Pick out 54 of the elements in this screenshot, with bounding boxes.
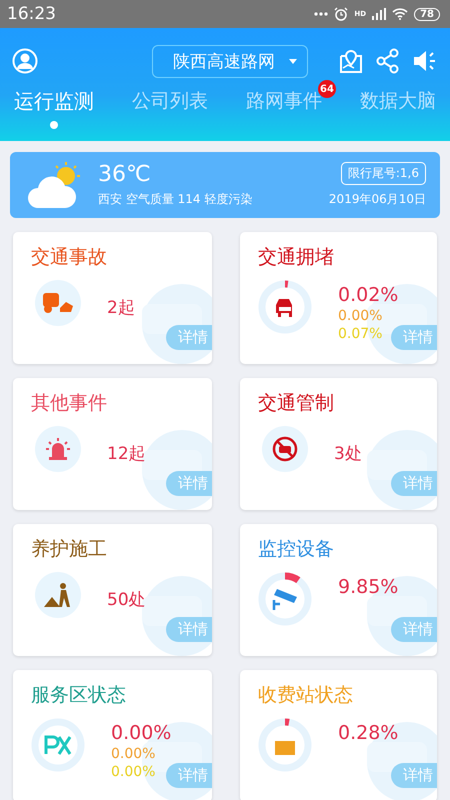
detail-button[interactable]: 详情 bbox=[166, 471, 212, 496]
detail-button[interactable]: 详情 bbox=[391, 471, 437, 496]
map-pin-icon[interactable] bbox=[338, 48, 364, 74]
date: 2019年06月10日 bbox=[328, 191, 426, 208]
count-value: 3处 bbox=[334, 443, 362, 465]
card-title: 交通事故 bbox=[30, 245, 108, 270]
card-title: 监控设备 bbox=[257, 537, 335, 562]
clock: 16:23 bbox=[7, 4, 56, 24]
card-title: 服务区状态 bbox=[30, 683, 127, 708]
percent-subvalue: 0.00% bbox=[111, 746, 156, 762]
detail-button[interactable]: 详情 bbox=[391, 325, 437, 350]
percent-value: 0.02% bbox=[338, 284, 398, 306]
speaker-icon[interactable] bbox=[412, 48, 438, 74]
card-title: 养护施工 bbox=[30, 537, 108, 562]
wifi-icon bbox=[392, 8, 408, 20]
detail-button[interactable]: 详情 bbox=[166, 325, 212, 350]
count-value: 50处 bbox=[107, 589, 146, 611]
percent-value: 0.00% bbox=[111, 722, 172, 744]
battery-level: 78 bbox=[414, 8, 440, 20]
percent-value: 9.85% bbox=[338, 576, 398, 598]
air-quality: 西安 空气质量 114 轻度污染 bbox=[98, 191, 252, 208]
detail-button[interactable]: 详情 bbox=[166, 617, 212, 642]
count-value: 12起 bbox=[107, 443, 146, 465]
profile-icon[interactable] bbox=[12, 48, 38, 74]
temperature: 36℃ bbox=[98, 162, 152, 187]
signal-icon bbox=[372, 8, 386, 20]
network-dropdown[interactable]: 陕西高速路网 bbox=[152, 44, 308, 78]
detail-button[interactable]: 详情 bbox=[166, 763, 212, 788]
caret-icon bbox=[289, 58, 297, 64]
digging-worker-icon bbox=[43, 582, 73, 608]
ring-gauge bbox=[31, 718, 85, 772]
card-title: 其他事件 bbox=[30, 391, 108, 416]
service-area-icon bbox=[43, 734, 73, 756]
count-badge: 64 bbox=[318, 80, 336, 98]
percent-subvalue: 0.00% bbox=[338, 308, 384, 324]
card-title: 交通拥堵 bbox=[257, 245, 335, 270]
percent-subvalue: 0.00% bbox=[111, 764, 156, 780]
tab[interactable]: 运行监测 bbox=[14, 88, 94, 141]
plate-restriction: 限行尾号:1,6 bbox=[340, 162, 426, 185]
tab[interactable]: 公司列表 bbox=[132, 88, 208, 140]
card-title: 交通管制 bbox=[257, 391, 335, 416]
percent-subvalue: 0.07% bbox=[338, 326, 384, 342]
card-title: 收费站状态 bbox=[257, 683, 354, 708]
siren-icon bbox=[45, 437, 71, 461]
no-car-icon bbox=[272, 436, 298, 462]
camera-icon bbox=[271, 586, 299, 612]
count-value: 2起 bbox=[107, 297, 135, 319]
detail-button[interactable]: 详情 bbox=[391, 763, 437, 788]
alarm-icon bbox=[334, 7, 348, 21]
more-dots-icon bbox=[314, 12, 328, 16]
detail-button[interactable]: 详情 bbox=[391, 617, 437, 642]
tab[interactable]: 数据大脑 bbox=[360, 88, 436, 140]
percent-value: 0.28% bbox=[338, 722, 398, 744]
share-icon[interactable] bbox=[376, 48, 400, 74]
